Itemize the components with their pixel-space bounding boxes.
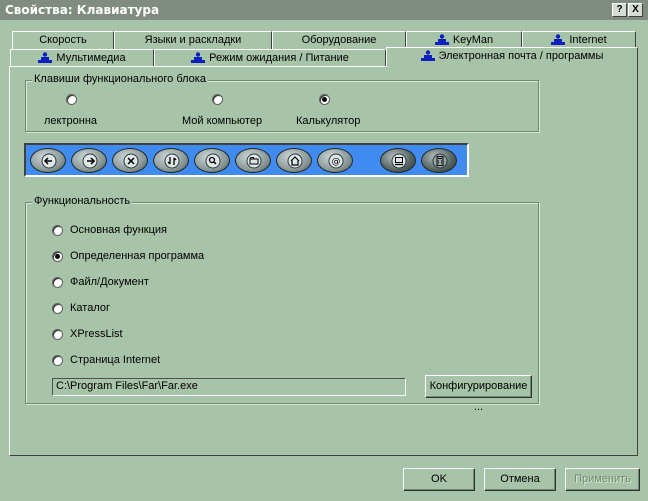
key-forward[interactable]: [71, 148, 107, 173]
cancel-button[interactable]: Отмена: [484, 468, 556, 491]
key-favorites[interactable]: [235, 148, 271, 173]
radio-file-document-label: Файл/Документ: [70, 276, 149, 288]
home-icon: [287, 153, 303, 169]
radio-specific-program[interactable]: [52, 251, 63, 262]
ok-button[interactable]: OK: [403, 468, 475, 491]
radio-basic-function-label: Основная функция: [70, 224, 168, 236]
tab-email-programs[interactable]: Электронная почта / программы: [386, 47, 638, 67]
radio-directory-label: Каталог: [70, 302, 110, 314]
function-keys-title: Клавиши функционального блока: [32, 73, 208, 85]
key-my-computer[interactable]: [380, 148, 416, 173]
window-title: Свойства: Клавиатура: [5, 3, 160, 17]
key-calculator[interactable]: [421, 148, 457, 173]
calculator-icon: [432, 153, 448, 169]
key-search[interactable]: [194, 148, 230, 173]
key-email[interactable]: @: [317, 148, 353, 173]
keyboard-person-icon: [420, 50, 435, 61]
function-key-bar: @: [24, 143, 469, 177]
refresh-icon: [164, 153, 180, 169]
title-bar: Свойства: Клавиатура: [0, 0, 648, 20]
forward-icon: [82, 153, 98, 169]
key-refresh[interactable]: [153, 148, 189, 173]
keyboard-person-icon: [191, 52, 206, 63]
keyboard-person-icon: [551, 34, 566, 45]
radio-calculator[interactable]: [319, 94, 330, 105]
tab-languages[interactable]: Языки и раскладки: [114, 31, 272, 49]
radio-email-label: лектронна: [44, 115, 98, 127]
tab-multimedia[interactable]: Мультимедиа: [10, 49, 154, 67]
configure-button[interactable]: Конфигурирование ...: [425, 375, 532, 413]
radio-specific-program-label: Определенная программа: [70, 250, 205, 262]
radio-internet-page-label: Страница Internet: [70, 354, 161, 366]
radio-email[interactable]: [66, 94, 77, 105]
key-home[interactable]: [276, 148, 312, 173]
tab-standby-power[interactable]: Режим ожидания / Питание: [154, 49, 386, 67]
keyboard-person-icon: [38, 52, 53, 63]
key-stop[interactable]: [112, 148, 148, 173]
back-icon: [41, 153, 57, 169]
keyboard-person-icon: [434, 34, 449, 45]
favorites-icon: [246, 153, 262, 169]
radio-xpresslist-label: XPressList: [70, 328, 123, 340]
functionality-title: Функциональность: [32, 195, 133, 207]
radio-internet-page[interactable]: [52, 355, 63, 366]
radio-xpresslist[interactable]: [52, 329, 63, 340]
help-button[interactable]: ?: [612, 3, 627, 17]
key-back[interactable]: [30, 148, 66, 173]
svg-text:@: @: [332, 157, 341, 167]
search-icon: [205, 153, 221, 169]
function-keys-group: Клавиши функционального блока: [25, 73, 539, 132]
apply-button[interactable]: Применить: [565, 468, 640, 491]
radio-file-document[interactable]: [52, 277, 63, 288]
tab-speed[interactable]: Скорость: [12, 31, 114, 49]
radio-my-computer-label: Мой компьютер: [182, 115, 263, 127]
radio-calculator-label: Калькулятор: [296, 115, 361, 127]
close-button[interactable]: X: [628, 3, 643, 17]
stop-icon: [123, 153, 139, 169]
radio-my-computer[interactable]: [212, 94, 223, 105]
my-computer-icon: [391, 153, 407, 169]
email-icon: @: [328, 153, 344, 169]
radio-basic-function[interactable]: [52, 225, 63, 236]
radio-directory[interactable]: [52, 303, 63, 314]
program-path-field[interactable]: C:\Program Files\Far\Far.exe: [52, 378, 406, 396]
